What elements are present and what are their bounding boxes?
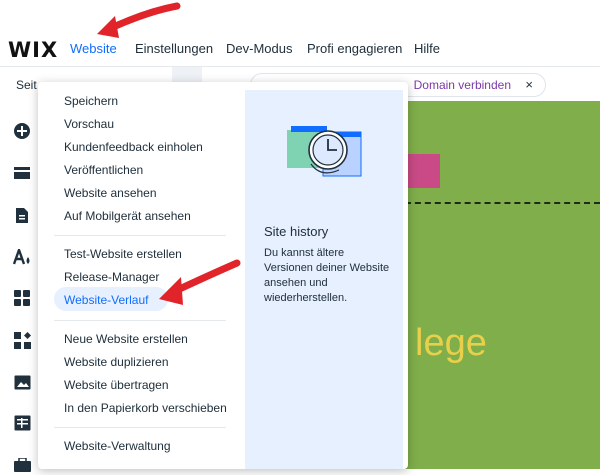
- menu-separator: [54, 235, 226, 236]
- design-icon[interactable]: [12, 247, 32, 267]
- menu-separator: [54, 320, 226, 321]
- menu-item-veroeffentlichen[interactable]: Veröffentlichen: [64, 163, 143, 177]
- menu-item-papierkorb[interactable]: In den Papierkorb verschieben: [64, 401, 227, 415]
- nav-hilfe[interactable]: Hilfe: [414, 41, 440, 56]
- business-apps-icon[interactable]: [12, 330, 32, 350]
- cms-icon[interactable]: [12, 413, 32, 433]
- info-panel: Site history Du kannst ältere Versionen …: [245, 90, 403, 469]
- panel-description: Du kannst ältere Versionen deiner Websit…: [264, 247, 390, 304]
- nav-einstellungen[interactable]: Einstellungen: [135, 41, 213, 56]
- annotation-arrow-icon: [97, 2, 181, 38]
- canvas-heading[interactable]: lege: [415, 322, 487, 365]
- menu-separator: [54, 427, 226, 428]
- nav-dev-modus[interactable]: Dev-Modus: [226, 41, 292, 56]
- pages-icon[interactable]: [12, 205, 32, 225]
- menu-item-neue-website[interactable]: Neue Website erstellen: [64, 332, 188, 346]
- menu-item-duplizieren[interactable]: Website duplizieren: [64, 355, 169, 369]
- page-selector[interactable]: Seit: [16, 78, 37, 92]
- menu-item-kundenfeedback[interactable]: Kundenfeedback einholen: [64, 140, 203, 154]
- connect-domain-link[interactable]: Domain verbinden: [414, 78, 511, 92]
- site-history-illustration-icon: [287, 124, 363, 190]
- section-divider: [395, 202, 600, 204]
- menu-item-website-verlauf[interactable]: Website-Verlauf: [64, 293, 149, 307]
- menu-item-speichern[interactable]: Speichern: [64, 94, 118, 108]
- menu-item-mobil-ansehen[interactable]: Auf Mobilgerät ansehen: [64, 209, 191, 223]
- wix-logo[interactable]: WIX: [8, 38, 58, 62]
- menu-item-website-verwaltung[interactable]: Website-Verwaltung: [64, 439, 171, 453]
- sections-icon[interactable]: [12, 163, 32, 183]
- menu-item-uebertragen[interactable]: Website übertragen: [64, 378, 169, 392]
- menu-item-vorschau[interactable]: Vorschau: [64, 117, 114, 131]
- nav-website[interactable]: Website: [68, 41, 119, 70]
- nav-profi-engagieren[interactable]: Profi engagieren: [307, 41, 402, 56]
- annotation-arrow-icon: [159, 259, 241, 305]
- panel-title: Site history: [264, 224, 329, 239]
- close-icon[interactable]: ×: [525, 77, 533, 92]
- media-icon[interactable]: [12, 372, 32, 392]
- apps-icon[interactable]: [12, 288, 32, 308]
- add-icon[interactable]: [12, 121, 32, 141]
- portfolio-icon[interactable]: [12, 455, 32, 475]
- menu-item-website-ansehen[interactable]: Website ansehen: [64, 186, 157, 200]
